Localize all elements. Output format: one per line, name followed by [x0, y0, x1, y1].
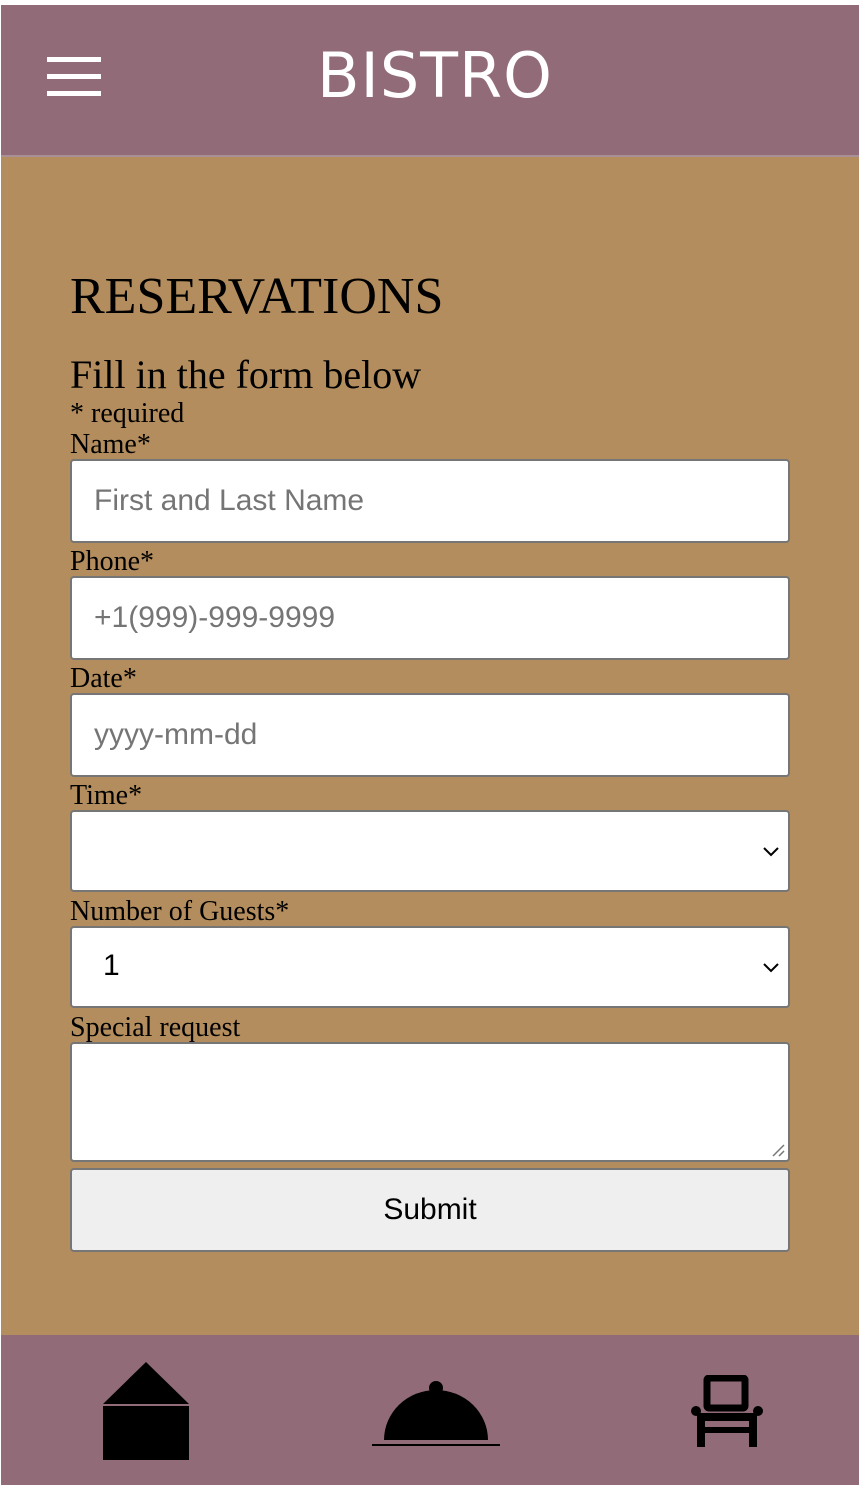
brand-logo: BISTRO [317, 39, 553, 112]
phone-label: Phone* [70, 546, 154, 577]
guests-selected-value: 1 [103, 949, 120, 982]
special-request-textarea[interactable] [72, 1044, 788, 1160]
menu-bar-2 [47, 74, 101, 79]
top-navigation-bar: BISTRO [1, 5, 859, 157]
special-request-box [70, 1042, 790, 1162]
time-select[interactable] [70, 810, 790, 892]
menu-bar-3 [47, 91, 101, 96]
phone-field-box [70, 576, 790, 660]
page-title: RESERVATIONS [70, 268, 444, 325]
page-frame: BISTRO RESERVATIONS Fill in the form bel… [1, 5, 859, 1485]
date-field-box [70, 693, 790, 777]
date-label: Date* [70, 663, 137, 694]
guests-select[interactable]: 1 [70, 926, 790, 1008]
submit-button[interactable]: Submit [70, 1168, 790, 1252]
name-input[interactable] [72, 461, 788, 541]
required-note: * required [70, 398, 185, 429]
guests-label: Number of Guests* [70, 896, 290, 927]
name-label: Name* [70, 429, 151, 460]
menu-bar-1 [47, 57, 101, 62]
date-input[interactable] [72, 695, 788, 775]
home-icon[interactable] [101, 1360, 191, 1460]
hamburger-menu-icon[interactable] [47, 57, 101, 97]
chevron-down-icon [763, 847, 779, 857]
time-label: Time* [70, 780, 143, 811]
food-cloche-icon[interactable] [370, 1377, 502, 1447]
special-request-label: Special request [70, 1012, 241, 1043]
phone-input[interactable] [72, 578, 788, 658]
chevron-down-icon [763, 963, 779, 973]
resize-handle-icon[interactable] [770, 1142, 786, 1158]
chair-reservation-icon[interactable] [689, 1375, 765, 1447]
form-subtitle: Fill in the form below [70, 352, 422, 397]
name-field-box [70, 459, 790, 543]
